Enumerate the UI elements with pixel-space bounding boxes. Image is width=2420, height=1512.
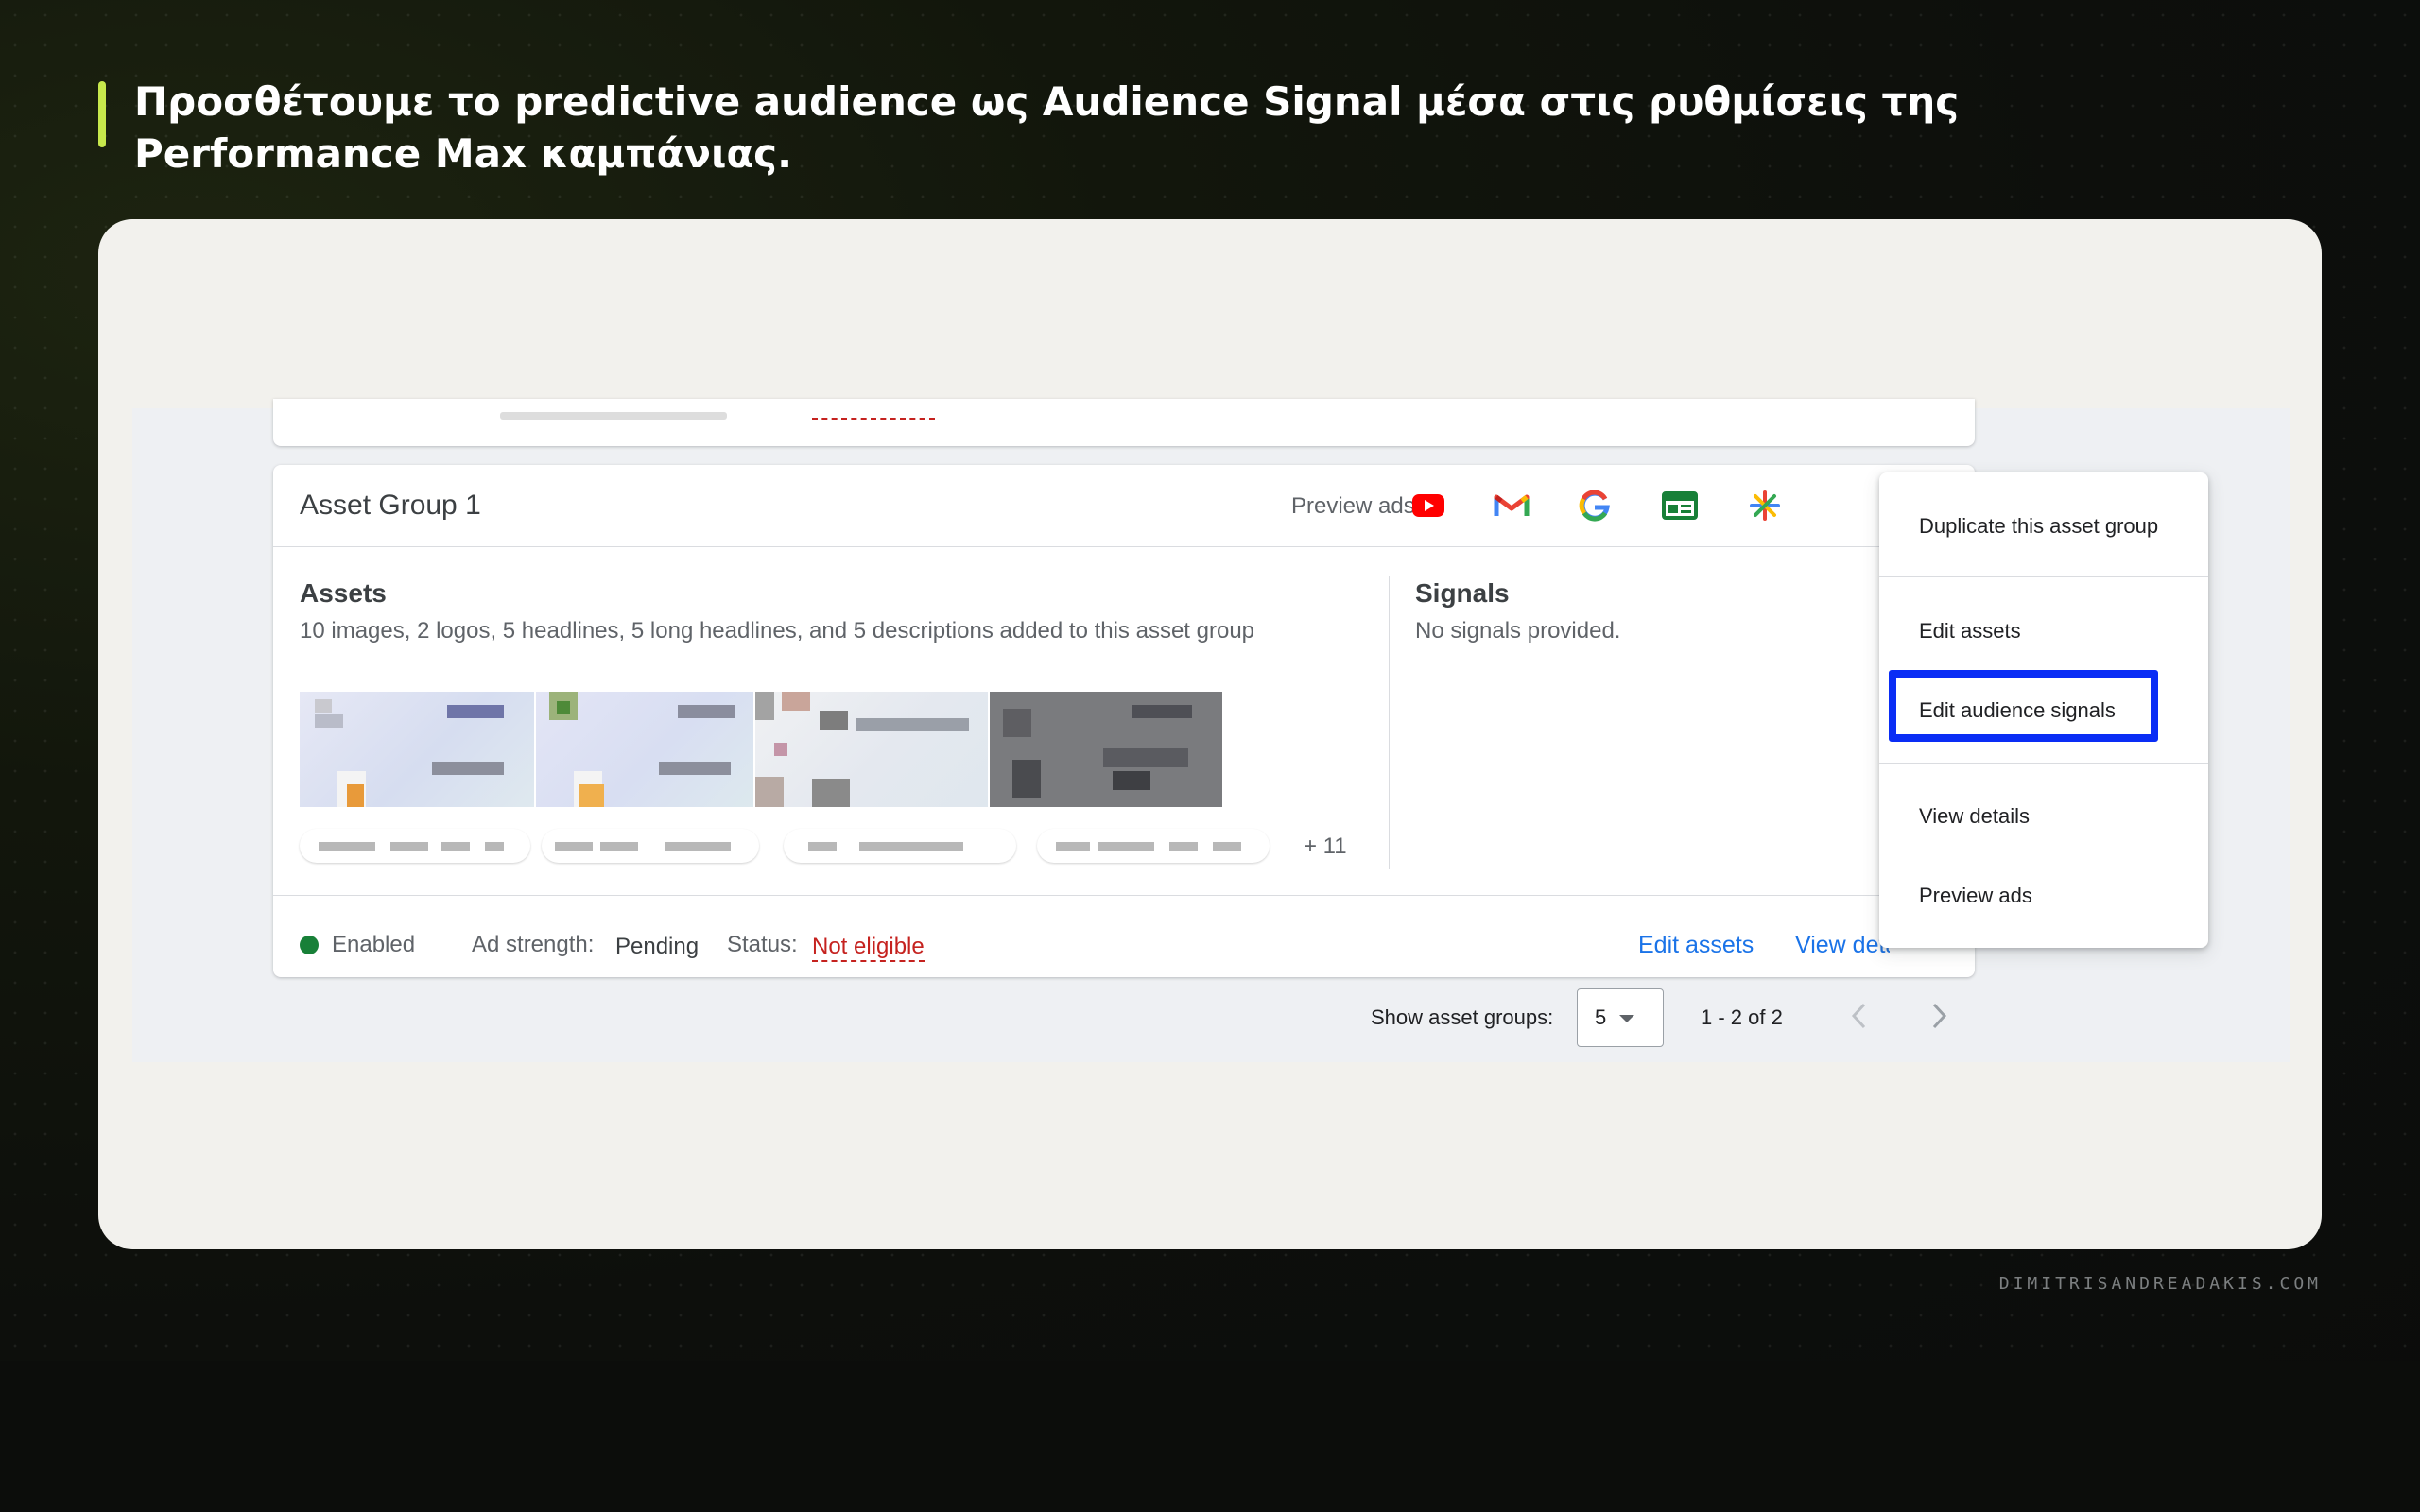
edit-assets-link[interactable]: Edit assets	[1638, 932, 1754, 959]
enabled-status-label[interactable]: Enabled	[332, 932, 415, 958]
site-watermark: DIMITRISANDREADAKIS.COM	[1998, 1274, 2322, 1294]
enabled-status-dot	[300, 936, 319, 954]
status-value-not-eligible[interactable]: Not eligible	[812, 934, 925, 962]
menu-item-view-details[interactable]: View details	[1919, 804, 2030, 829]
section-divider	[1389, 576, 1390, 869]
gmail-icon[interactable]	[1493, 490, 1530, 522]
assets-description: 10 images, 2 logos, 5 headlines, 5 long …	[300, 618, 1255, 644]
chevron-right-icon[interactable]	[1925, 1000, 1953, 1032]
asset-group-header: Asset Group 1 Preview ads	[273, 465, 1975, 547]
asset-text-chip[interactable]	[300, 829, 530, 863]
more-assets-count[interactable]: + 11	[1304, 833, 1347, 860]
menu-item-preview-ads[interactable]: Preview ads	[1919, 884, 2032, 908]
asset-text-chip[interactable]	[1037, 829, 1270, 863]
asset-thumbnail[interactable]	[536, 692, 753, 807]
dropdown-caret-icon	[1619, 1015, 1634, 1022]
status-label: Status:	[727, 932, 798, 957]
asset-group-actions-menu: Duplicate this asset group Edit assets E…	[1879, 472, 2208, 948]
view-details-link[interactable]: View details	[1795, 932, 1890, 959]
asset-text-chip[interactable]	[542, 829, 759, 863]
youtube-icon[interactable]	[1409, 490, 1447, 522]
preview-ads-label: Preview ads	[1291, 493, 1415, 519]
highlight-box	[1889, 670, 2158, 742]
asset-thumbnail[interactable]	[990, 692, 1222, 807]
asset-group-card: Asset Group 1 Preview ads Assets 10 imag…	[273, 465, 1975, 977]
previous-asset-group-card	[273, 399, 1975, 446]
signals-section-title: Signals	[1415, 578, 1510, 608]
show-asset-groups-label: Show asset groups:	[1371, 1005, 1554, 1029]
asset-thumbnail[interactable]	[300, 692, 534, 807]
chevron-left-icon[interactable]	[1845, 1000, 1874, 1032]
bottom-band	[0, 1361, 2420, 1512]
signals-description: No signals provided.	[1415, 618, 1621, 644]
asset-thumbnail[interactable]	[755, 692, 988, 807]
ad-strength-label: Ad strength:	[472, 932, 595, 957]
page-size-select[interactable]: 5	[1577, 988, 1664, 1047]
pagination-range: 1 - 2 of 2	[1701, 1005, 1783, 1029]
asset-text-chip[interactable]	[784, 829, 1016, 863]
slide-title: Προσθέτουμε το predictive audience ως Au…	[134, 78, 1960, 177]
google-icon[interactable]	[1576, 490, 1614, 522]
assets-section-title: Assets	[300, 578, 387, 608]
display-icon[interactable]	[1661, 490, 1699, 522]
discover-icon[interactable]	[1746, 490, 1784, 522]
ad-strength-value: Pending	[615, 934, 700, 959]
menu-item-edit-assets[interactable]: Edit assets	[1919, 619, 2021, 644]
title-accent-bar	[98, 81, 106, 147]
screenshot-card: Asset Group 1 Preview ads Assets 10 imag…	[98, 219, 2322, 1249]
asset-group-title: Asset Group 1	[300, 490, 481, 521]
google-ads-screenshot: Asset Group 1 Preview ads Assets 10 imag…	[132, 399, 2290, 1062]
card-footer-divider	[273, 895, 1975, 896]
menu-item-duplicate[interactable]: Duplicate this asset group	[1919, 514, 2158, 539]
page-size-value: 5	[1595, 1005, 1607, 1029]
